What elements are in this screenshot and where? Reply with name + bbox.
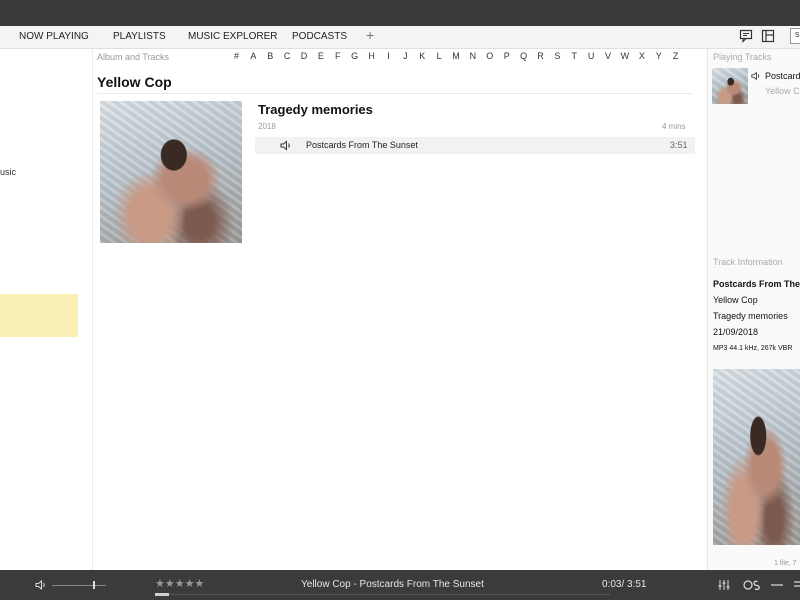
tab-music-explorer[interactable]: MUSIC EXPLORER <box>188 31 277 42</box>
alpha-jump-letter[interactable]: Y <box>650 51 667 61</box>
track-info-date: 21/09/2018 <box>713 327 759 337</box>
speaker-icon <box>280 140 290 151</box>
track-info-album: Tragedy memories <box>713 311 788 321</box>
track-information-header: Track Information <box>713 257 783 267</box>
alpha-jump-letter[interactable]: V <box>600 51 617 61</box>
alpha-jump-letter[interactable]: R <box>532 51 549 61</box>
alpha-jump-letter[interactable]: S <box>549 51 566 61</box>
alpha-jump-letter[interactable]: Q <box>515 51 532 61</box>
player-bar: ★★★★★ Yellow Cop - Postcards From The Su… <box>0 570 800 600</box>
alpha-jump-letter[interactable]: D <box>296 51 313 61</box>
minimize-icon[interactable] <box>770 578 784 592</box>
album-year: 2018 <box>258 122 276 131</box>
album-title[interactable]: Tragedy memories <box>258 102 373 117</box>
window-titlebar <box>0 0 800 26</box>
alphabet-jump-bar: # A B C D E F G H I J K L M N O P Q R S … <box>228 51 684 61</box>
album-duration: 4 mins <box>662 122 686 131</box>
tab-now-playing[interactable]: NOW PLAYING <box>19 31 89 42</box>
alpha-jump-letter[interactable]: F <box>329 51 346 61</box>
elapsed-time: 0:03/ <box>602 579 625 590</box>
track-info-cover-art <box>713 369 800 545</box>
alpha-jump-letter[interactable]: U <box>583 51 600 61</box>
alpha-jump-letter[interactable]: E <box>312 51 329 61</box>
playing-track-artist: Yellow C <box>765 86 800 96</box>
alpha-jump-letter[interactable]: M <box>448 51 465 61</box>
seek-bar-progress <box>155 593 169 596</box>
alpha-jump-letter[interactable]: A <box>245 51 262 61</box>
track-info-format: MP3 44.1 kHz, 267k VBR <box>713 345 793 352</box>
now-playing-title: Yellow Cop - Postcards From The Sunset <box>301 579 484 590</box>
alpha-jump-letter[interactable]: B <box>262 51 279 61</box>
time-readout: 0:03/ 3:51 <box>602 579 647 590</box>
equalizer-icon[interactable] <box>717 578 731 592</box>
alpha-jump-letter[interactable]: L <box>431 51 448 61</box>
left-navigation-pane: usic <box>0 49 93 570</box>
divider <box>97 93 692 94</box>
alpha-jump-letter[interactable]: P <box>498 51 515 61</box>
add-tab-button[interactable]: + <box>366 27 374 43</box>
chat-icon[interactable] <box>739 29 753 43</box>
alpha-jump-letter[interactable]: J <box>397 51 414 61</box>
speaker-icon <box>751 71 760 81</box>
alpha-jump-letter[interactable]: I <box>380 51 397 61</box>
alpha-jump-letter[interactable]: N <box>464 51 481 61</box>
volume-icon[interactable] <box>35 579 47 591</box>
section-header-album-tracks: Album and Tracks <box>97 52 170 62</box>
playing-track-title[interactable]: Postcard <box>765 71 800 81</box>
track-row[interactable]: Postcards From The Sunset 3:51 <box>255 137 695 154</box>
volume-slider-thumb[interactable] <box>93 581 95 589</box>
tab-bar: NOW PLAYING PLAYLISTS MUSIC EXPLORER POD… <box>0 26 800 49</box>
alpha-jump-letter[interactable]: C <box>279 51 296 61</box>
playing-track-thumbnail[interactable] <box>712 68 748 104</box>
playing-tracks-header: Playing Tracks <box>713 52 772 62</box>
track-duration: 3:51 <box>670 140 688 150</box>
alpha-jump-letter[interactable]: K <box>414 51 431 61</box>
track-info-title: Postcards From The <box>713 279 800 289</box>
nav-selected-highlight[interactable] <box>0 294 78 337</box>
tab-podcasts[interactable]: PODCASTS <box>292 31 347 42</box>
alpha-jump-letter[interactable]: T <box>566 51 583 61</box>
menu-icon[interactable] <box>792 578 800 592</box>
tab-playlists[interactable]: PLAYLISTS <box>113 31 166 42</box>
seek-bar[interactable] <box>155 594 610 595</box>
artist-name-heading[interactable]: Yellow Cop <box>97 74 172 90</box>
alpha-jump-letter[interactable]: O <box>481 51 498 61</box>
alpha-jump-letter[interactable]: H <box>363 51 380 61</box>
nav-item-music[interactable]: usic <box>0 167 16 177</box>
search-input[interactable]: s <box>790 28 800 44</box>
layout-icon[interactable] <box>761 29 775 43</box>
alpha-jump-letter[interactable]: W <box>616 51 633 61</box>
status-file-count: 1 file, 7 <box>774 560 797 567</box>
track-info-artist: Yellow Cop <box>713 295 758 305</box>
alpha-jump-letter[interactable]: X <box>633 51 650 61</box>
alpha-jump-letter[interactable]: G <box>346 51 363 61</box>
alpha-jump-letter[interactable]: Z <box>667 51 684 61</box>
track-title: Postcards From The Sunset <box>306 140 418 150</box>
repeat-icon[interactable] <box>743 578 761 592</box>
total-time: 3:51 <box>627 579 647 590</box>
alpha-jump-letter[interactable]: # <box>228 51 245 61</box>
rating-stars[interactable]: ★★★★★ <box>155 577 204 590</box>
album-cover-art[interactable] <box>100 101 242 243</box>
volume-slider[interactable] <box>52 585 106 586</box>
